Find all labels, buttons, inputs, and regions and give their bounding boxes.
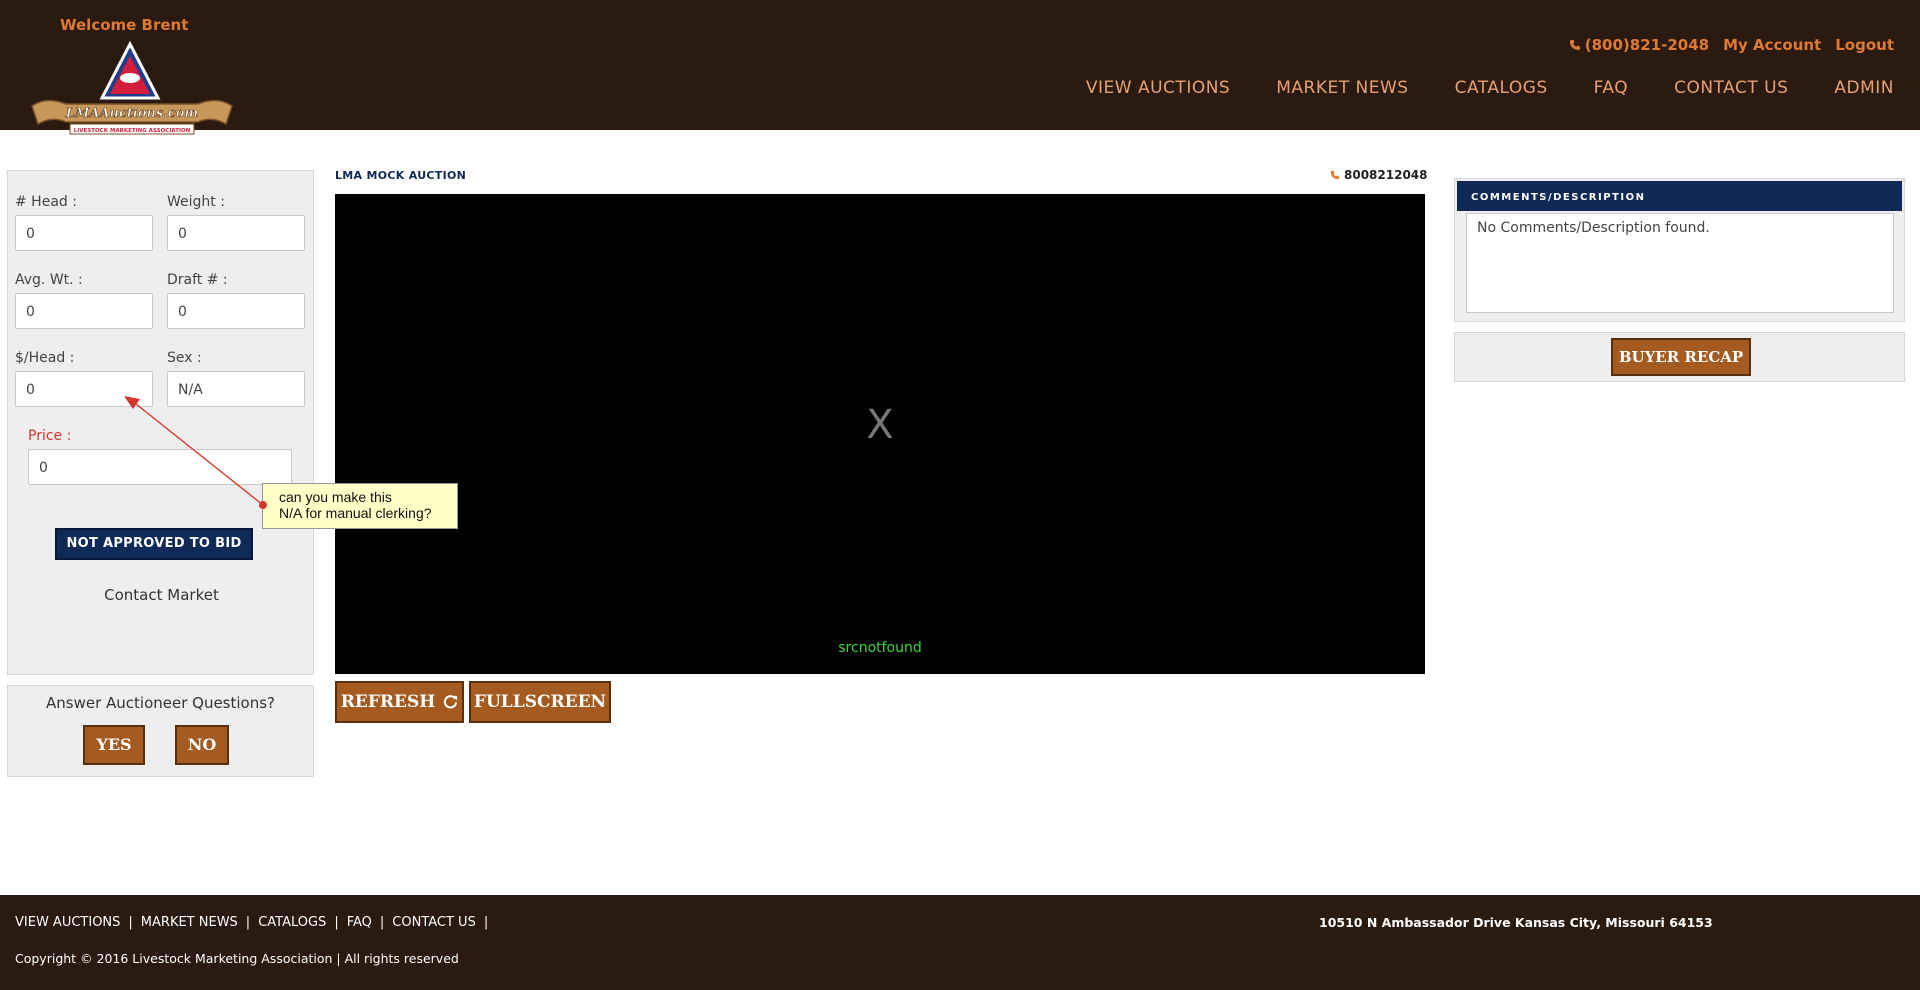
nav-market-news[interactable]: MARKET NEWS — [1276, 78, 1408, 98]
copyright-text: Copyright © 2016 Livestock Marketing Ass… — [15, 951, 459, 966]
nav-view-auctions[interactable]: VIEW AUCTIONS — [1086, 78, 1230, 98]
head-input[interactable]: 0 — [15, 215, 153, 251]
header-phone[interactable]: (800)821-2048 — [1569, 36, 1709, 54]
buyer-recap-panel: BUYER RECAP — [1454, 332, 1905, 382]
sex-label: Sex : — [167, 350, 202, 366]
refresh-icon — [444, 695, 458, 709]
draft-input[interactable]: 0 — [167, 293, 305, 329]
refresh-label: REFRESH — [340, 692, 436, 712]
lma-logo[interactable]: LMAAuctions.com LIVESTOCK MARKETING ASSO… — [26, 40, 238, 140]
lot-info-panel: # Head : 0 Weight : 0 Avg. Wt. : 0 Draft… — [7, 170, 314, 675]
annotation-line-1: can you make this — [279, 489, 392, 505]
yes-button[interactable]: YES — [83, 725, 145, 765]
account-links: (800)821-2048 My Account Logout — [1569, 36, 1894, 54]
weight-field: Weight : 0 — [167, 194, 305, 251]
video-broken-icon: X — [866, 402, 894, 448]
draft-field: Draft # : 0 — [167, 272, 305, 329]
comments-text: No Comments/Description found. — [1466, 213, 1894, 313]
auction-phone[interactable]: 8008212048 — [1330, 168, 1428, 182]
auction-title: LMA MOCK AUCTION — [335, 169, 467, 182]
footer-nav: VIEW AUCTIONS | MARKET NEWS | CATALOGS |… — [15, 915, 496, 930]
footer-market-news[interactable]: MARKET NEWS — [141, 915, 238, 930]
footer-separator: | — [128, 915, 133, 930]
buyer-recap-button[interactable]: BUYER RECAP — [1611, 338, 1751, 376]
site-header: Welcome Brent LMAAuctions.com LIVESTOCK … — [0, 0, 1920, 135]
site-footer: VIEW AUCTIONS | MARKET NEWS | CATALOGS |… — [0, 895, 1920, 990]
logo-text: LMAAuctions.com — [65, 106, 198, 121]
draft-label: Draft # : — [167, 272, 228, 288]
not-approved-to-bid-button[interactable]: NOT APPROVED TO BID — [55, 528, 253, 560]
footer-separator: | — [483, 915, 489, 930]
nav-admin[interactable]: ADMIN — [1834, 78, 1894, 98]
annotation-note: can you make this N/A for manual clerkin… — [262, 483, 458, 529]
comments-heading: COMMENTS/DESCRIPTION — [1457, 181, 1902, 211]
footer-separator: | — [334, 915, 339, 930]
avg-weight-label: Avg. Wt. : — [15, 272, 83, 288]
head-field: # Head : 0 — [15, 194, 153, 251]
phone-icon — [1569, 40, 1580, 50]
per-head-input[interactable]: 0 — [15, 371, 153, 407]
logout-link[interactable]: Logout — [1835, 36, 1894, 54]
phone-icon — [1330, 170, 1340, 180]
footer-faq[interactable]: FAQ — [347, 915, 372, 930]
auctioneer-questions-panel: Answer Auctioneer Questions? YES NO — [7, 685, 314, 777]
contact-market-link[interactable]: Contact Market — [8, 586, 315, 604]
fullscreen-button[interactable]: FULLSCREEN — [469, 681, 611, 723]
footer-separator: | — [379, 915, 385, 930]
footer-contact-us[interactable]: CONTACT US — [392, 915, 476, 930]
weight-label: Weight : — [167, 194, 225, 210]
auction-phone-number: 8008212048 — [1344, 168, 1428, 182]
main-nav: VIEW AUCTIONS MARKET NEWS CATALOGS FAQ C… — [1086, 78, 1894, 98]
per-head-label: $/Head : — [15, 350, 75, 366]
price-field: Price : 0 — [28, 428, 292, 485]
video-error-text: srcnotfound — [838, 640, 922, 656]
price-input[interactable]: 0 — [28, 449, 292, 485]
nav-faq[interactable]: FAQ — [1594, 78, 1628, 98]
logo-subtext: LIVESTOCK MARKETING ASSOCIATION — [74, 128, 191, 134]
avg-weight-field: Avg. Wt. : 0 — [15, 272, 153, 329]
per-head-field: $/Head : 0 — [15, 350, 153, 407]
footer-view-auctions[interactable]: VIEW AUCTIONS — [15, 915, 120, 930]
nav-catalogs[interactable]: CATALOGS — [1455, 78, 1548, 98]
welcome-text: Welcome Brent — [60, 16, 189, 34]
weight-input[interactable]: 0 — [167, 215, 305, 251]
sex-field: Sex : N/A — [167, 350, 305, 407]
my-account-link[interactable]: My Account — [1723, 36, 1821, 54]
nav-contact-us[interactable]: CONTACT US — [1674, 78, 1788, 98]
no-button[interactable]: NO — [175, 725, 229, 765]
refresh-button[interactable]: REFRESH — [335, 681, 464, 723]
annotation-line-2: N/A for manual clerking? — [279, 505, 432, 521]
footer-address: 10510 N Ambassador Drive Kansas City, Mi… — [1319, 915, 1713, 930]
footer-catalogs[interactable]: CATALOGS — [258, 915, 326, 930]
avg-weight-input[interactable]: 0 — [15, 293, 153, 329]
comments-panel: COMMENTS/DESCRIPTION No Comments/Descrip… — [1454, 178, 1905, 322]
auctioneer-questions-prompt: Answer Auctioneer Questions? — [45, 694, 276, 712]
header-phone-number: (800)821-2048 — [1584, 36, 1710, 54]
footer-separator: | — [245, 915, 251, 930]
sex-input[interactable]: N/A — [167, 371, 305, 407]
price-label: Price : — [28, 428, 72, 444]
head-label: # Head : — [15, 194, 77, 210]
